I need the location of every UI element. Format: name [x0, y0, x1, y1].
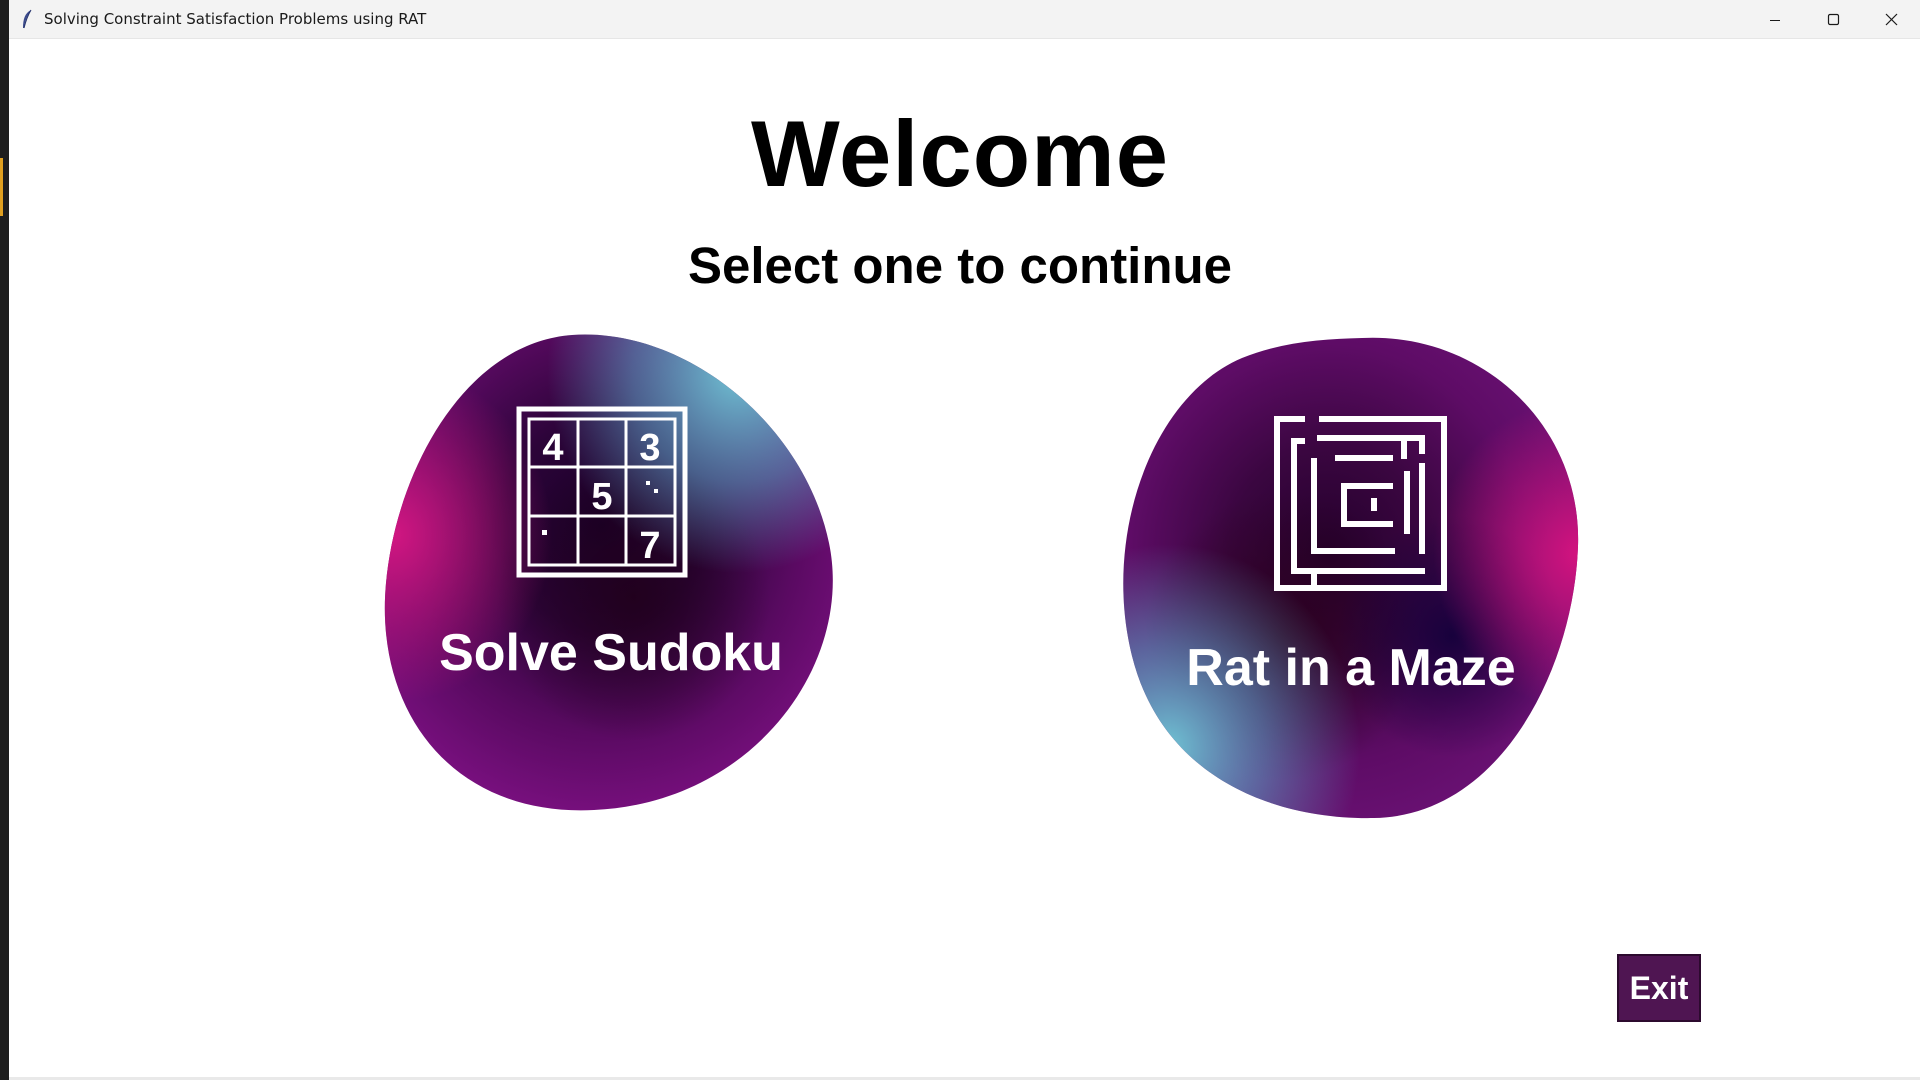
minimize-button[interactable] [1746, 0, 1804, 39]
exit-button[interactable]: Exit [1617, 954, 1701, 1022]
welcome-heading: Welcome [751, 101, 1169, 206]
title-bar[interactable]: Solving Constraint Satisfaction Problems… [9, 0, 1920, 39]
sudoku-digit: 3 [639, 427, 660, 469]
maximize-button[interactable] [1804, 0, 1862, 39]
sudoku-digit: 5 [591, 476, 612, 518]
minimize-icon [1770, 19, 1780, 21]
feather-icon [21, 8, 35, 30]
app-window: Solving Constraint Satisfaction Problems… [0, 0, 1920, 1080]
close-button[interactable] [1862, 0, 1920, 39]
blob-shape [1123, 337, 1579, 819]
window-controls [1746, 0, 1920, 39]
rat-in-a-maze-label: Rat in a Maze [1186, 639, 1516, 697]
sudoku-digit: 7 [639, 525, 660, 567]
blob-shape: 4 3 5 7 [384, 334, 833, 811]
window-title: Solving Constraint Satisfaction Problems… [44, 10, 427, 28]
solve-sudoku-label: Solve Sudoku [439, 624, 783, 682]
sudoku-digit: 4 [542, 427, 563, 469]
maximize-icon [1827, 13, 1839, 26]
rat-in-a-maze-button[interactable]: Rat in a Maze [1122, 336, 1580, 820]
close-icon [1885, 13, 1897, 26]
solve-sudoku-button[interactable]: 4 3 5 7 Solve Sudoku [384, 333, 838, 813]
select-subheading: Select one to continue [687, 237, 1233, 294]
